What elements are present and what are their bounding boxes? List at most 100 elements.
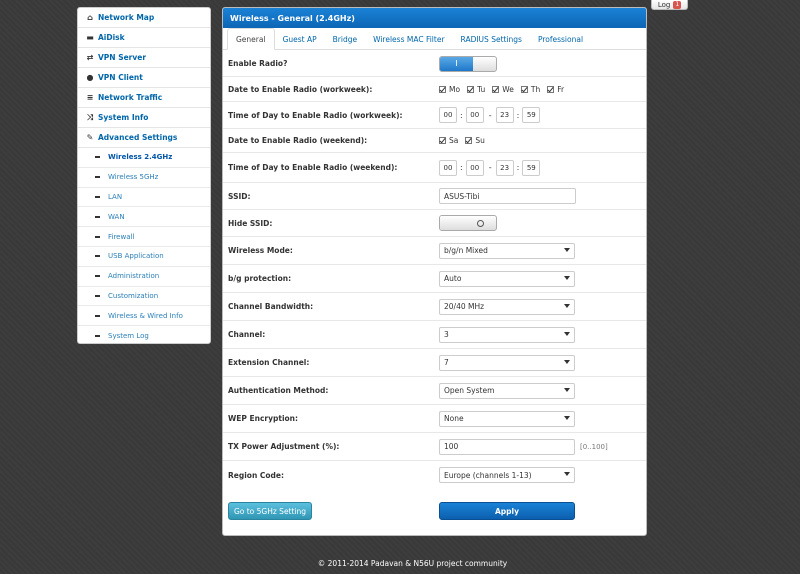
row-channel: Channel: 3: [223, 321, 646, 349]
time-range-dash: -: [488, 163, 492, 172]
globe-icon: ●: [86, 73, 94, 82]
sidebar-subitem-label: LAN: [108, 192, 123, 201]
wireless-general-panel: Wireless - General (2.4GHz) General Gues…: [222, 7, 647, 536]
circle-icon: [477, 219, 484, 227]
sidebar-subitem-wireless-24[interactable]: Wireless 2.4GHz: [78, 148, 210, 168]
sidebar-item-label: System Info: [98, 113, 149, 122]
region-code-select[interactable]: Europe (channels 1-13): [439, 467, 575, 483]
wireless-mode-select[interactable]: b/g/n Mixed: [439, 242, 575, 259]
tx-power-label: TX Power Adjustment (%):: [228, 442, 340, 451]
caret-down-icon: [564, 275, 570, 280]
toggle-on-indicator: I: [440, 56, 473, 71]
tab-general[interactable]: General: [227, 28, 275, 50]
tx-power-input[interactable]: 100: [439, 438, 575, 455]
sidebar-subitem-label: WAN: [108, 212, 125, 221]
sidebar-subitem-wireless-5[interactable]: Wireless 5GHz: [78, 168, 210, 188]
dash-icon: [95, 215, 100, 218]
row-authentication-method: Authentication Method: Open System: [223, 377, 646, 405]
weekend-end-hour-input[interactable]: 23: [495, 159, 514, 176]
checkbox-checked-icon: [467, 85, 475, 93]
sidebar-item-network-traffic[interactable]: ≡ Network Traffic: [78, 88, 210, 108]
time-range-dash: -: [488, 110, 492, 120]
weekend-start-minute-input[interactable]: 00: [465, 159, 484, 176]
wep-encryption-label: WEP Encryption:: [228, 414, 299, 423]
tab-wireless-mac-filter[interactable]: Wireless MAC Filter: [365, 28, 452, 50]
go-to-5ghz-button[interactable]: Go to 5GHz Setting: [228, 502, 312, 520]
checkbox-mo[interactable]: Mo: [439, 85, 460, 94]
extension-channel-label: Extension Channel:: [228, 358, 310, 367]
weekend-start-hour-input[interactable]: 00: [439, 159, 457, 176]
dash-icon: [95, 294, 100, 297]
dash-icon: [95, 235, 100, 238]
sidebar-item-vpn-server[interactable]: ⇄ VPN Server: [78, 48, 210, 68]
select-value: 7: [444, 358, 449, 367]
caret-down-icon: [564, 387, 570, 392]
authentication-method-select[interactable]: Open System: [439, 382, 575, 399]
checkbox-we[interactable]: We: [492, 85, 514, 94]
sidebar-item-advanced-settings[interactable]: ✎ Advanced Settings: [78, 128, 210, 148]
sidebar-item-network-map[interactable]: ⌂ Network Map: [78, 8, 210, 28]
bg-protection-select[interactable]: Auto: [439, 270, 575, 287]
toggle-off-area: [473, 57, 496, 71]
sidebar-item-vpn-client[interactable]: ● VPN Client: [78, 68, 210, 88]
sidebar: ⌂ Network Map ▬ AiDisk ⇄ VPN Server ● VP…: [77, 7, 211, 344]
panel-title: Wireless - General (2.4GHz): [223, 8, 646, 28]
workweek-end-hour-input[interactable]: 23: [495, 107, 514, 123]
tab-professional[interactable]: Professional: [530, 28, 591, 50]
sidebar-item-aidisk[interactable]: ▬ AiDisk: [78, 28, 210, 48]
checkbox-th[interactable]: Th: [520, 85, 540, 94]
caret-down-icon: [564, 247, 570, 252]
footer-copyright: © 2011-2014 Padavan & N56U project commu…: [317, 559, 508, 568]
row-enable-radio: Enable Radio? I: [223, 51, 646, 77]
channel-select[interactable]: 3: [439, 326, 575, 343]
sidebar-subitem-wireless-wired-info[interactable]: Wireless & Wired Info: [78, 306, 210, 327]
day-label: Fr: [557, 84, 565, 94]
channel-bandwidth-select[interactable]: 20/40 MHz: [439, 298, 575, 315]
row-tx-power: TX Power Adjustment (%): 100 [0..100]: [223, 433, 646, 461]
row-workweek-time: Time of Day to Enable Radio (workweek): …: [223, 102, 646, 129]
log-button[interactable]: Log 1: [651, 0, 688, 10]
tab-bridge[interactable]: Bridge: [325, 28, 365, 50]
checkbox-tu[interactable]: Tu: [467, 85, 485, 94]
time-colon: :: [460, 163, 463, 172]
caret-down-icon: [564, 359, 570, 364]
hide-ssid-label: Hide SSID:: [228, 218, 273, 228]
checkbox-checked-icon: [465, 137, 473, 144]
weekend-end-minute-input[interactable]: 59: [522, 159, 541, 176]
dash-icon: [95, 156, 100, 159]
sidebar-subitem-firewall[interactable]: Firewall: [78, 227, 210, 247]
select-value: b/g/n Mixed: [444, 246, 488, 255]
ssid-input[interactable]: ASUS-Tibi: [439, 188, 576, 204]
select-value: Open System: [444, 386, 495, 395]
sidebar-subitem-usb[interactable]: USB Application: [78, 247, 210, 267]
day-label: Su: [475, 136, 485, 145]
checkbox-fr[interactable]: Fr: [547, 85, 564, 94]
checkbox-su[interactable]: Su: [465, 136, 485, 145]
sidebar-subitem-customization[interactable]: Customization: [78, 287, 210, 307]
checkbox-checked-icon: [439, 85, 446, 93]
sidebar-subitem-label: Wireless & Wired Info: [108, 311, 183, 320]
sidebar-subitem-label: System Log: [108, 332, 149, 341]
hide-ssid-toggle[interactable]: [439, 215, 497, 231]
sidebar-subitem-administration[interactable]: Administration: [78, 267, 210, 287]
sidebar-subitem-lan[interactable]: LAN: [78, 188, 210, 208]
sidebar-subitem-wan[interactable]: WAN: [78, 207, 210, 228]
toggle-handle: [440, 216, 465, 230]
enable-radio-label: Enable Radio?: [228, 59, 288, 68]
extension-channel-select[interactable]: 7: [439, 354, 575, 371]
tab-guest-ap[interactable]: Guest AP: [275, 28, 325, 50]
region-code-label: Region Code:: [228, 470, 285, 480]
workweek-start-minute-input[interactable]: 00: [465, 107, 484, 123]
apply-button[interactable]: Apply: [439, 502, 575, 520]
workweek-start-hour-input[interactable]: 00: [439, 107, 457, 123]
dash-icon: [95, 195, 100, 198]
enable-radio-toggle[interactable]: I: [439, 55, 497, 72]
workweek-end-minute-input[interactable]: 59: [522, 107, 541, 123]
select-value: Europe (channels 1-13): [444, 470, 532, 480]
wep-encryption-select[interactable]: None: [439, 410, 575, 427]
sidebar-subitem-system-log[interactable]: System Log: [78, 326, 210, 346]
home-icon: ⌂: [87, 13, 93, 22]
checkbox-sa[interactable]: Sa: [439, 136, 458, 145]
tab-radius-settings[interactable]: RADIUS Settings: [453, 28, 530, 50]
sidebar-item-system-info[interactable]: ⤨ System Info: [78, 108, 210, 128]
